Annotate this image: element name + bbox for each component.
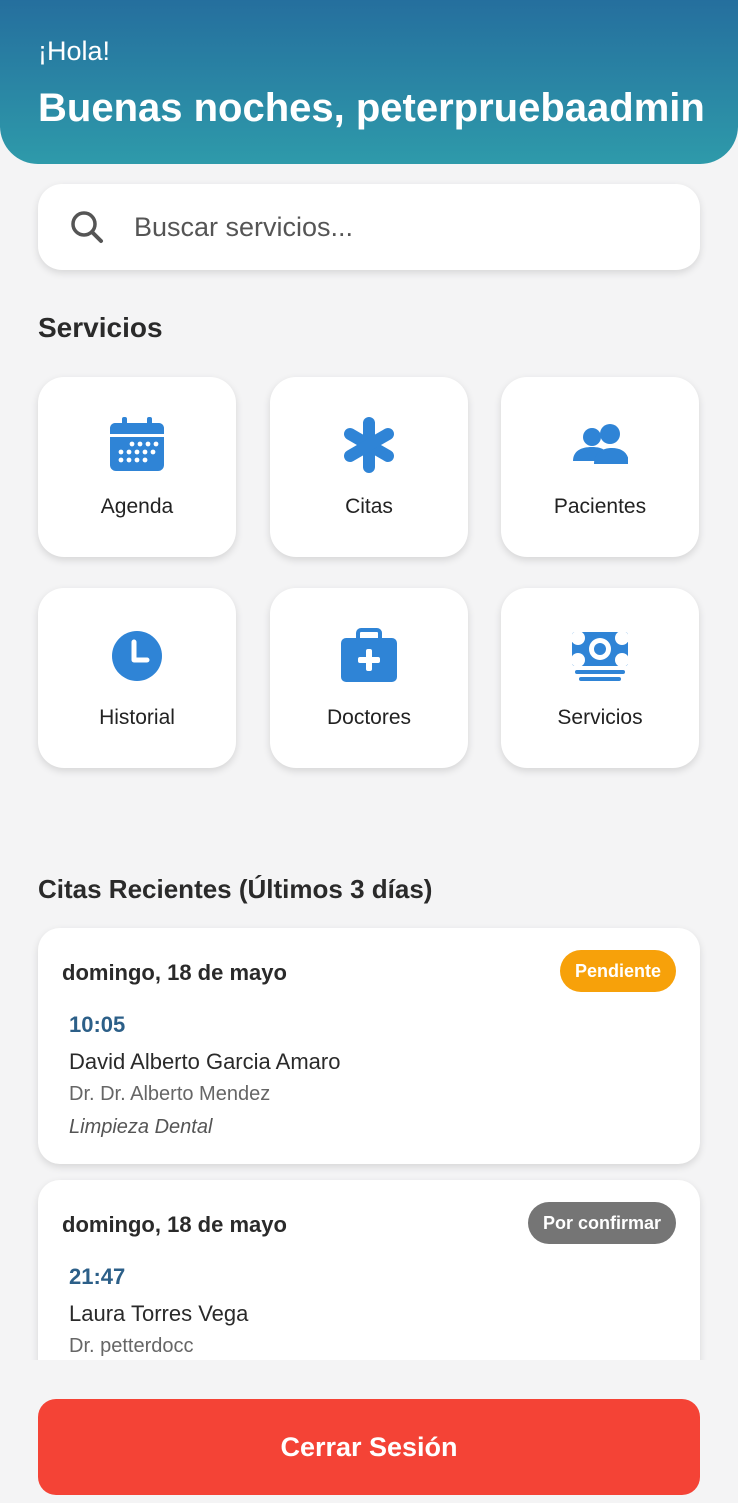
service-tile-servicios[interactable]: Servicios: [501, 588, 699, 768]
service-tile-pacientes[interactable]: Pacientes: [501, 377, 699, 557]
service-tile-label: Historial: [99, 706, 175, 729]
doctor-name: Dr. Dr. Alberto Mendez: [69, 1083, 271, 1105]
appointment-card[interactable]: domingo, 18 de mayo Por confirmar 21:47 …: [38, 1180, 700, 1360]
calendar-icon: [110, 417, 164, 471]
service-tile-label: Servicios: [557, 706, 643, 729]
asterisk-icon: [344, 417, 394, 473]
appointment-date: domingo, 18 de mayo: [62, 1212, 287, 1237]
service-tile-agenda[interactable]: Agenda: [38, 377, 236, 557]
search-input[interactable]: [128, 198, 678, 256]
patient-name: David Alberto Garcia Amaro: [69, 1049, 341, 1074]
appointment-time: 10:05: [69, 1012, 126, 1037]
service-tile-historial[interactable]: Historial: [38, 588, 236, 768]
appointment-date: domingo, 18 de mayo: [62, 960, 287, 985]
app-header: ¡Hola! Buenas noches, peterpruebaadmin: [0, 0, 738, 164]
service-name: Limpieza Dental: [69, 1116, 213, 1138]
welcome-title: Buenas noches, peterpruebaadmin: [38, 86, 705, 130]
service-tile-citas[interactable]: Citas: [270, 377, 468, 557]
status-badge: Por confirmar: [527, 1202, 676, 1244]
patient-name: Laura Torres Vega: [69, 1301, 249, 1326]
clock-icon: [112, 631, 162, 681]
appointments-scroll-area[interactable]: domingo, 18 de mayo Por confirmar 21:47 …: [30, 1170, 710, 1360]
service-tile-label: Doctores: [326, 706, 412, 729]
doctor-name: Dr. petterdocc: [69, 1335, 194, 1357]
users-icon: [573, 424, 628, 464]
search-bar[interactable]: [38, 184, 700, 270]
search-icon: [71, 211, 103, 243]
service-tile-label: Agenda: [100, 495, 174, 518]
appointment-time: 21:47: [69, 1264, 126, 1289]
money-icon: [572, 631, 628, 681]
service-tile-label: Pacientes: [553, 495, 647, 518]
medkit-icon: [341, 628, 397, 682]
services-title: Servicios: [38, 312, 163, 343]
status-badge: Pendiente: [559, 950, 676, 992]
greeting-text: ¡Hola!: [38, 36, 111, 66]
appointment-card[interactable]: domingo, 18 de mayo Pendiente 10:05 Davi…: [38, 928, 700, 1164]
service-tile-doctores[interactable]: Doctores: [270, 588, 468, 768]
recent-appointments-title: Citas Recientes (Últimos 3 días): [38, 874, 433, 904]
logout-button[interactable]: Cerrar Sesión: [38, 1399, 700, 1495]
service-tile-label: Citas: [345, 495, 393, 518]
